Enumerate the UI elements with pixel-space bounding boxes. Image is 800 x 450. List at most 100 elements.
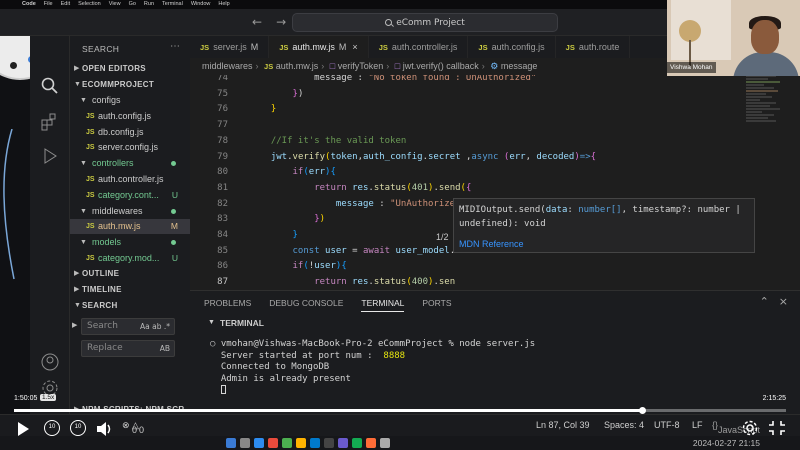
encoding[interactable]: UTF-8 [654,420,680,430]
cursor-position[interactable]: Ln 87, Col 39 [536,420,590,430]
messages-icon[interactable] [282,438,292,448]
finder-icon[interactable] [226,438,236,448]
postman-icon[interactable] [366,438,376,448]
mongodb-compass-icon[interactable] [352,438,362,448]
close-panel-icon[interactable]: × [779,295,788,308]
file-item[interactable]: JS category.cont... U [70,188,190,203]
clock: 2024-02-27 21:15 [692,438,760,448]
tab-ports[interactable]: PORTS [422,298,451,312]
code-editor[interactable]: 74 message : "No token found : UnAuthori… [190,75,800,290]
run-debug-icon[interactable] [40,146,60,166]
launchpad-icon[interactable] [240,438,250,448]
tree-item-label: db.config.js [98,126,144,137]
section-timeline[interactable]: ▶ TIMELINE [70,282,190,297]
breadcrumb-file[interactable]: auth.mw.js [276,61,319,71]
tree-item-label: auth.controller.js [98,174,164,184]
js-file-icon: JS [200,43,210,52]
indentation[interactable]: Spaces: 4 [604,420,644,430]
zoom-icon[interactable] [338,438,348,448]
code-text: const user = await user_model. [292,245,456,256]
line-number: 77 [217,120,228,131]
menu-window[interactable]: Window [191,0,211,9]
menu-go[interactable]: Go [129,0,136,9]
chevron-right-icon[interactable]: ▶ [72,321,77,329]
search-options[interactable]: Aa ab .* [140,319,170,334]
section-project[interactable]: ▼ ECOMMPROJECT [70,77,190,92]
notes-icon[interactable] [296,438,306,448]
vscode-icon[interactable] [310,438,320,448]
breadcrumb-property[interactable]: message [501,61,538,71]
fullscreen-exit-icon[interactable] [768,420,786,436]
mdn-reference-link[interactable]: MDN Reference [459,237,749,251]
menu-edit[interactable]: Edit [61,0,70,9]
account-icon[interactable] [40,352,60,372]
forward-10-icon[interactable]: 10 [70,420,86,436]
folder-item[interactable]: ▼ middlewares [70,204,190,219]
tab-auth-controller-js[interactable]: JS auth.controller.js [369,36,469,58]
settings-gear-icon[interactable] [742,420,758,436]
menu-run[interactable]: Run [144,0,154,9]
volume-icon[interactable] [96,421,114,437]
back-arrow-icon[interactable]: ← [252,15,262,29]
file-item[interactable]: JS db.config.js [70,125,190,140]
section-open-editors[interactable]: ▶ OPEN EDITORS [70,61,190,76]
menu-code[interactable]: Code [22,0,36,9]
tab-terminal[interactable]: TERMINAL [361,298,405,312]
replace-all-button[interactable]: AB [160,341,170,356]
terminal-output[interactable]: ○ vmohan@Vishwas-MacBook-Pro-2 eCommProj… [210,339,535,397]
tab-debug-console[interactable]: DEBUG CONSOLE [269,298,343,312]
terminal-app-icon[interactable] [324,438,334,448]
menu-terminal[interactable]: Terminal [162,0,183,9]
modified-dot-icon [171,240,176,246]
folder-item[interactable]: ▼ configs [70,93,190,108]
file-item[interactable]: JS auth.config.js [70,109,190,124]
search-icon[interactable] [40,76,60,96]
tab-auth-route[interactable]: JS auth.route [556,36,631,58]
section-search[interactable]: ▼ SEARCH [70,298,190,313]
command-center-search[interactable]: eComm Project [292,13,558,32]
code-line: 80 if(err){ [190,165,800,181]
menu-help[interactable]: Help [218,0,229,9]
playback-rate[interactable]: 1.5x [40,394,57,401]
tab-auth-config-js[interactable]: JS auth.config.js [468,36,556,58]
js-file-icon: JS [264,62,274,71]
overload-counter[interactable]: 1/2 [436,232,449,242]
breadcrumb-function[interactable]: verifyToken [338,61,384,71]
menu-file[interactable]: File [44,0,53,9]
code-text: message : "No token found : UnAuthorized… [260,75,537,83]
folder-item[interactable]: ▼ models [70,235,190,250]
file-item[interactable]: JS auth.mw.js M [70,219,190,235]
breadcrumb-callback[interactable]: jwt.verify() callback [403,61,479,71]
chrome-icon[interactable] [268,438,278,448]
menu-view[interactable]: View [109,0,121,9]
maximize-panel-icon[interactable]: ⌃ [760,295,769,308]
tab-auth-mw-js[interactable]: JS auth.mw.js M × [269,36,369,58]
breadcrumb-folder[interactable]: middlewares [202,61,253,71]
forward-arrow-icon[interactable]: → [276,15,286,29]
file-item[interactable]: JS server.config.js [70,140,190,155]
menu-selection[interactable]: Selection [78,0,101,9]
tab-server-js[interactable]: JS server.js M [190,36,270,58]
language-mode[interactable]: {} JavaScript [712,420,760,435]
section-outline[interactable]: ▶ OUTLINE [70,266,190,281]
terminal-header[interactable]: ▼ TERMINAL [190,315,800,331]
settings-app-icon[interactable] [380,438,390,448]
minimap[interactable] [746,75,786,195]
safari-icon[interactable] [254,438,264,448]
line-ending[interactable]: LF [692,420,703,430]
video-progress-knob[interactable] [638,407,646,414]
replace-input[interactable]: Replace AB [81,340,175,357]
file-item[interactable]: JS auth.controller.js [70,172,190,187]
search-input[interactable]: Search Aa ab .* [81,318,175,335]
video-progress-fill [14,409,642,412]
file-item[interactable]: JS category.mod... U [70,251,190,266]
video-progress[interactable] [0,407,800,414]
extensions-icon[interactable] [40,112,60,132]
tab-problems[interactable]: PROBLEMS [204,298,251,312]
black-pen-icon[interactable] [10,62,17,69]
more-actions-icon[interactable]: ⋯ [170,41,180,52]
close-icon[interactable]: × [352,42,357,52]
folder-item[interactable]: ▼ controllers [70,156,190,171]
problems-status[interactable]: ⊗ 0 △ 0 [122,420,144,435]
rewind-10-icon[interactable]: 10 [44,420,60,436]
